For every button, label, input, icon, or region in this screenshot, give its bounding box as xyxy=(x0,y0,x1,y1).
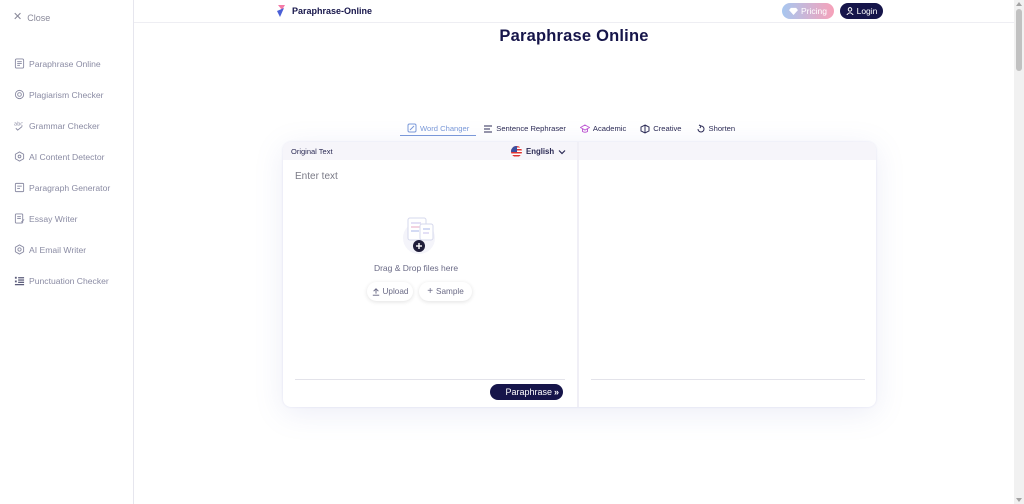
original-text-label: Original Text xyxy=(291,147,333,156)
close-sidebar-button[interactable]: ✕ Close xyxy=(13,12,50,23)
language-selector[interactable]: English xyxy=(511,146,566,157)
scroll-up-arrow-icon[interactable] xyxy=(1016,2,1022,6)
sidebar-item-label: AI Content Detector xyxy=(29,151,105,162)
original-text-pane: Original Text English Drag & Drop files … xyxy=(283,142,577,407)
sidebar-item-label: Essay Writer xyxy=(29,213,78,224)
sidebar-item-label: Paragraph Generator xyxy=(29,182,111,193)
academic-icon xyxy=(579,123,590,133)
upload-label: Upload xyxy=(382,287,409,296)
tab-label: Shorten xyxy=(708,124,736,133)
sample-label: Sample xyxy=(436,287,464,296)
sidebar-item-label: Grammar Checker xyxy=(29,120,100,131)
double-chevron-right-icon: » xyxy=(553,387,559,397)
upload-icon xyxy=(372,287,379,296)
sidebar: ✕ Close Paraphrase Online Plagiarism Che… xyxy=(0,0,134,504)
sidebar-item-ai-email-writer[interactable]: AI Email Writer xyxy=(0,234,133,265)
scroll-thumb[interactable] xyxy=(1016,9,1022,71)
sidebar-menu: Paraphrase Online Plagiarism Checker abc… xyxy=(0,48,133,296)
pen-document-icon xyxy=(14,213,25,224)
abc-check-icon: abc xyxy=(14,122,23,131)
close-icon: ✕ xyxy=(13,11,23,23)
page-scrollbar[interactable] xyxy=(1014,0,1024,504)
sidebar-item-label: Paraphrase Online xyxy=(29,58,101,69)
file-drop-illustration-icon xyxy=(403,217,435,254)
pane-divider xyxy=(577,142,579,407)
punctuation-icon xyxy=(14,276,25,286)
tab-label: Academic xyxy=(592,124,627,133)
paragraph-icon xyxy=(14,182,25,193)
pricing-button[interactable]: Pricing xyxy=(782,3,834,19)
login-button[interactable]: Login xyxy=(840,3,883,19)
us-flag-icon xyxy=(511,146,522,157)
tab-label: Creative xyxy=(653,124,682,133)
editor-card: Original Text English Drag & Drop files … xyxy=(283,142,876,407)
brand-name: Paraphrase-Online xyxy=(292,6,373,16)
sidebar-item-ai-content-detector[interactable]: AI Content Detector xyxy=(0,141,133,172)
close-label: Close xyxy=(27,12,51,23)
upload-button[interactable]: Upload xyxy=(367,282,413,301)
sidebar-item-grammar-checker[interactable]: abc Grammar Checker xyxy=(0,110,133,141)
hexagon-email-icon xyxy=(14,244,25,255)
login-label: Login xyxy=(856,6,878,16)
page-title: Paraphrase Online xyxy=(499,27,649,45)
plagiarism-icon xyxy=(14,89,25,100)
tab-creative[interactable]: Creative xyxy=(633,121,688,136)
word-changer-icon xyxy=(407,123,417,133)
user-icon xyxy=(846,7,854,15)
sidebar-item-essay-writer[interactable]: Essay Writer xyxy=(0,203,133,234)
sidebar-item-label: AI Email Writer xyxy=(29,244,87,255)
pricing-label: Pricing xyxy=(801,6,827,16)
tab-label: Word Changer xyxy=(420,123,470,133)
mode-tabs: Word Changer Sentence Rephraser Academic… xyxy=(400,121,742,137)
language-label: English xyxy=(526,147,555,156)
tab-sentence-rephraser[interactable]: Sentence Rephraser xyxy=(476,121,573,136)
text-input[interactable] xyxy=(295,166,565,186)
result-bottom-divider xyxy=(591,379,865,380)
scroll-down-arrow-icon[interactable] xyxy=(1016,498,1022,502)
result-pane-header xyxy=(579,142,876,160)
tab-word-changer[interactable]: Word Changer xyxy=(400,121,477,136)
tab-shorten[interactable]: Shorten xyxy=(689,121,743,136)
tab-academic[interactable]: Academic xyxy=(573,121,633,136)
paraphrase-label: Paraphrase xyxy=(505,387,552,397)
sidebar-item-punctuation-checker[interactable]: Punctuation Checker xyxy=(0,265,133,296)
sidebar-item-paraphrase-online[interactable]: Paraphrase Online xyxy=(0,48,133,79)
logo-icon xyxy=(277,5,285,17)
sidebar-item-plagiarism-checker[interactable]: Plagiarism Checker xyxy=(0,79,133,110)
sample-button[interactable]: + Sample xyxy=(419,282,472,301)
drop-files-text: Drag & Drop files here xyxy=(373,263,459,273)
sidebar-item-paragraph-generator[interactable]: Paragraph Generator xyxy=(0,172,133,203)
input-bottom-divider xyxy=(295,379,565,380)
sidebar-item-label: Plagiarism Checker xyxy=(29,89,104,100)
document-icon xyxy=(14,58,25,69)
chevron-down-icon xyxy=(558,149,566,154)
brand-logo[interactable]: Paraphrase-Online xyxy=(276,4,372,18)
paraphrase-button[interactable]: Paraphrase » xyxy=(490,384,563,400)
tab-label: Sentence Rephraser xyxy=(496,124,566,133)
sentence-icon xyxy=(484,125,493,132)
diamond-icon xyxy=(789,7,798,15)
sidebar-item-label: Punctuation Checker xyxy=(29,275,109,286)
plus-icon: + xyxy=(427,285,434,297)
creative-icon xyxy=(640,123,650,134)
hexagon-detector-icon xyxy=(14,151,25,162)
shorten-icon xyxy=(697,124,704,132)
